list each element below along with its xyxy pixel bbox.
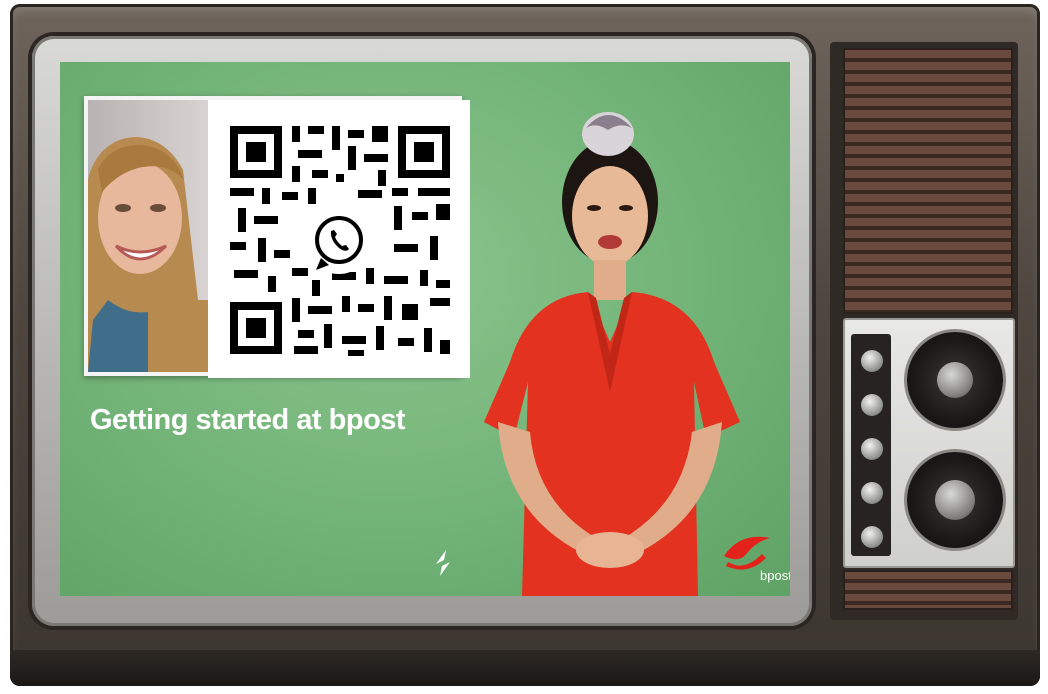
lower-speaker-grille xyxy=(843,570,1013,610)
tuning-dial[interactable] xyxy=(907,452,1003,548)
video-title: Getting started at bpost xyxy=(90,404,406,436)
channel-dial-knob[interactable] xyxy=(937,362,973,398)
woman-photo xyxy=(88,100,208,372)
tv-base xyxy=(10,650,1040,686)
control-button-3[interactable] xyxy=(861,438,883,460)
button-column xyxy=(851,334,891,556)
qr-code-icon[interactable] xyxy=(208,100,470,378)
whatsapp-icon xyxy=(307,210,371,274)
speaker-grille xyxy=(843,48,1013,314)
tv-screen: Getting started at bpost bpost xyxy=(60,62,790,596)
control-button-4[interactable] xyxy=(861,482,883,504)
bpost-brand-text: bpost xyxy=(760,568,790,583)
control-button-5[interactable] xyxy=(861,526,883,548)
tuning-dial-knob[interactable] xyxy=(935,480,975,520)
control-button-2[interactable] xyxy=(861,394,883,416)
control-button-1[interactable] xyxy=(861,350,883,372)
presenter xyxy=(470,92,770,596)
tv-controls xyxy=(843,318,1015,568)
channel-dial[interactable] xyxy=(907,332,1003,428)
arrows-logo-icon xyxy=(432,546,454,585)
